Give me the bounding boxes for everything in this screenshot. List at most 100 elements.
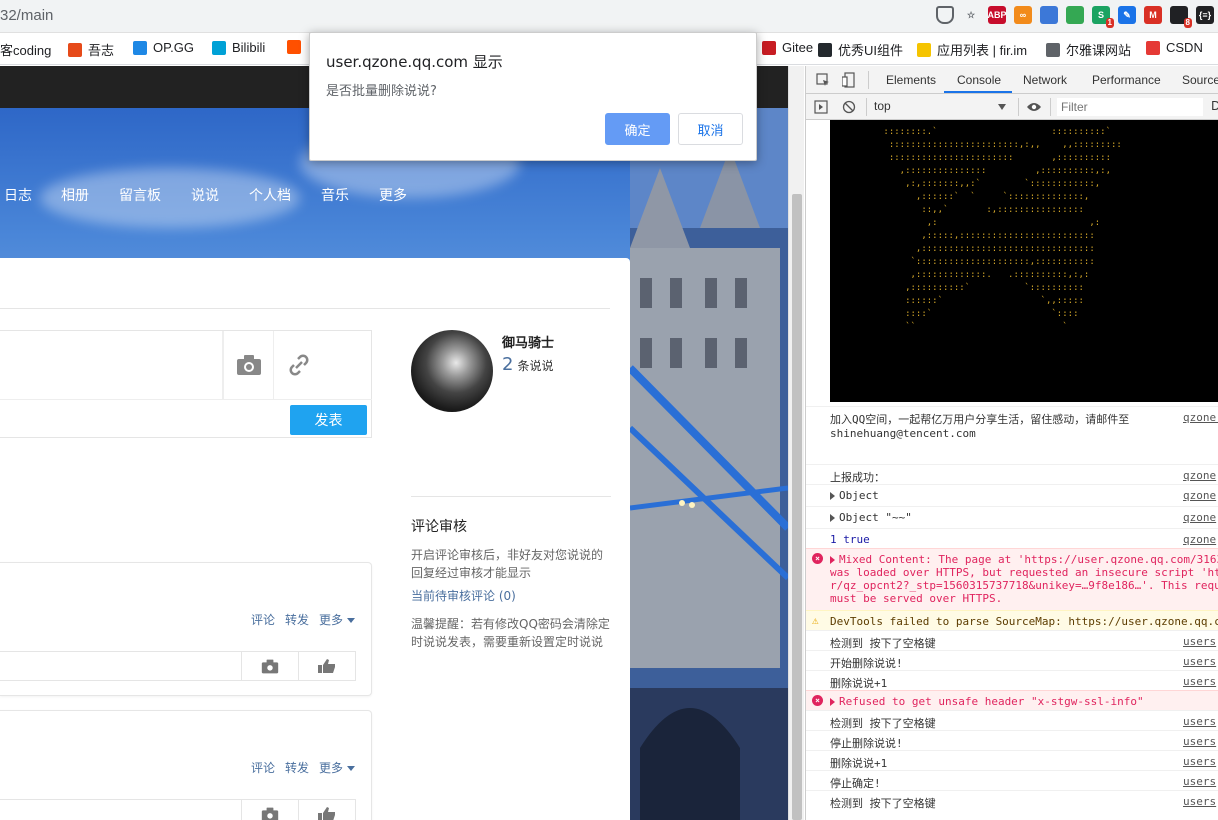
sidebar-toggle-icon[interactable]	[814, 100, 828, 114]
reply-photo-button[interactable]	[241, 800, 298, 820]
ext-green-icon[interactable]	[1066, 6, 1084, 24]
comment-review-title: 评论审核	[411, 519, 467, 535]
console-filter-input[interactable]	[1057, 98, 1203, 116]
ext-dark-icon[interactable]	[1170, 6, 1193, 28]
console-message[interactable]: Object qzone	[806, 484, 1218, 506]
publish-button[interactable]: 发表	[290, 405, 367, 435]
bookmark-item[interactable]: 吾志	[68, 40, 114, 59]
shield-icon[interactable]	[936, 6, 954, 24]
nav-blog[interactable]: 日志	[4, 185, 32, 205]
share-link[interactable]: 转发	[285, 759, 309, 776]
bookmark-item[interactable]: 应用列表 | fir.im	[917, 40, 1027, 59]
more-link[interactable]: 更多	[319, 759, 355, 776]
braces-icon[interactable]: {≡}	[1196, 6, 1214, 24]
tab-performance[interactable]: Performance	[1092, 73, 1161, 87]
expand-triangle-icon[interactable]	[830, 698, 835, 706]
composer-textarea[interactable]	[0, 331, 222, 399]
console-text: 检测到 按下了空格键	[830, 637, 936, 650]
console-source-link[interactable]: users	[1183, 795, 1218, 808]
user-name[interactable]: 御马骑士	[502, 332, 554, 351]
comment-link[interactable]: 评论	[251, 611, 275, 628]
console-message: 删除说说+1 users	[806, 750, 1218, 770]
console-source-link[interactable]: qzone.	[1183, 411, 1218, 424]
like-button[interactable]	[298, 800, 355, 820]
gmail-icon[interactable]: M	[1144, 6, 1162, 24]
nav-album[interactable]: 相册	[61, 185, 89, 205]
more-link[interactable]: 更多	[319, 611, 355, 628]
bookmark-label: CSDN	[1166, 40, 1203, 55]
tab-network[interactable]: Network	[1023, 73, 1067, 87]
scrollbar-thumb[interactable]	[792, 194, 802, 820]
expand-triangle-icon[interactable]	[830, 556, 835, 564]
bookmark-item[interactable]: 优秀UI组件	[818, 40, 903, 59]
nav-music[interactable]: 音乐	[321, 185, 349, 205]
page-scrollbar[interactable]	[788, 66, 804, 820]
console-message[interactable]: Object "~~" qzone	[806, 506, 1218, 528]
eye-icon[interactable]	[1026, 101, 1042, 113]
flower-icon	[68, 42, 82, 57]
expand-triangle-icon[interactable]	[830, 492, 835, 500]
nav-shuoshuo[interactable]: 说说	[191, 185, 219, 205]
share-link[interactable]: 转发	[285, 611, 309, 628]
qzone-page: 日志 相册 留言板 说说 个人档 音乐 更多 发表 评论 转发 更多 评论 转发…	[0, 66, 788, 820]
comment-review-description: 开启评论审核后，非好友对您说说的回复经过审核才能显示	[411, 548, 604, 580]
bilibili-icon	[212, 40, 226, 55]
nav-more[interactable]: 更多	[379, 185, 407, 205]
tab-elements[interactable]: Elements	[886, 73, 936, 87]
console-message-text: Refused to get unsafe header "x-stgw-ssl…	[830, 695, 1144, 708]
like-button[interactable]	[298, 652, 355, 680]
console-message-text: Object "~~"	[830, 511, 912, 524]
console-message[interactable]: × Mixed Content: The page at 'https://use…	[806, 548, 1218, 610]
reply-box[interactable]	[0, 651, 356, 681]
avatar[interactable]	[411, 330, 493, 412]
cancel-button[interactable]: 取消	[678, 113, 743, 145]
console-source-link[interactable]: qzone	[1183, 489, 1218, 502]
console-source-link[interactable]: users	[1183, 735, 1218, 748]
tab-sources[interactable]: Source	[1182, 73, 1218, 87]
photo-button[interactable]	[223, 331, 273, 399]
expand-triangle-icon[interactable]	[830, 514, 835, 522]
feed-actions: 评论 转发 更多	[251, 611, 355, 628]
ext-s-icon[interactable]: S	[1092, 6, 1115, 28]
reply-photo-button[interactable]	[241, 652, 298, 680]
attach-button[interactable]	[273, 331, 323, 399]
bookmark-item[interactable]: 客coding	[0, 40, 51, 59]
console-source-link[interactable]: users	[1183, 775, 1218, 788]
star-icon[interactable]: ☆	[962, 6, 980, 24]
extension-icons: ☆ ABP ∞ S✎ M {≡}	[936, 6, 1214, 28]
tab-console[interactable]: Console	[957, 73, 1001, 87]
comment-link[interactable]: 评论	[251, 759, 275, 776]
nav-profile[interactable]: 个人档	[249, 185, 291, 205]
device-toolbar-icon[interactable]	[842, 72, 856, 88]
bookmark-item[interactable]: 尔雅课网站	[1046, 40, 1131, 59]
reply-box[interactable]	[0, 799, 356, 820]
console-source-link[interactable]: users	[1183, 675, 1218, 688]
bookmark-item[interactable]: CSDN	[1146, 40, 1203, 55]
confirm-button[interactable]: 确定	[605, 113, 670, 145]
default-levels-dropdown[interactable]: D	[1211, 99, 1218, 113]
context-selector[interactable]: top	[874, 99, 1010, 113]
abp-icon[interactable]: ABP	[988, 6, 1007, 24]
bookmark-item[interactable]	[287, 40, 307, 54]
bookmark-item[interactable]: Bilibili	[212, 40, 265, 55]
ext-blue-icon[interactable]	[1040, 6, 1058, 24]
inspect-element-icon[interactable]	[816, 73, 830, 87]
bookmark-item[interactable]: Gitee	[762, 40, 813, 55]
console-source-link[interactable]: users	[1183, 715, 1218, 728]
pen-icon[interactable]: ✎	[1118, 6, 1136, 24]
console-source-link[interactable]: users	[1183, 655, 1218, 668]
infinity-icon[interactable]: ∞	[1014, 6, 1032, 24]
pending-review-link[interactable]: 当前待审核评论 (0)	[411, 587, 516, 604]
nav-guestbook[interactable]: 留言板	[119, 185, 161, 205]
console-message[interactable]: × Refused to get unsafe header "x-stgw-ss…	[806, 690, 1218, 710]
console-source-link[interactable]: qzone	[1183, 533, 1218, 546]
console-source-link[interactable]: qzone	[1183, 511, 1218, 524]
console-source-link[interactable]: users	[1183, 635, 1218, 648]
bookmark-item[interactable]: OP.GG	[133, 40, 194, 55]
console-source-link[interactable]: users	[1183, 755, 1218, 768]
post-count[interactable]: 2 条说说	[502, 354, 553, 375]
address-bar[interactable]: 32/main	[0, 7, 53, 24]
feed-card: 评论 转发 更多	[0, 562, 372, 696]
console-source-link[interactable]: qzone	[1183, 469, 1218, 482]
clear-console-icon[interactable]	[842, 100, 856, 114]
